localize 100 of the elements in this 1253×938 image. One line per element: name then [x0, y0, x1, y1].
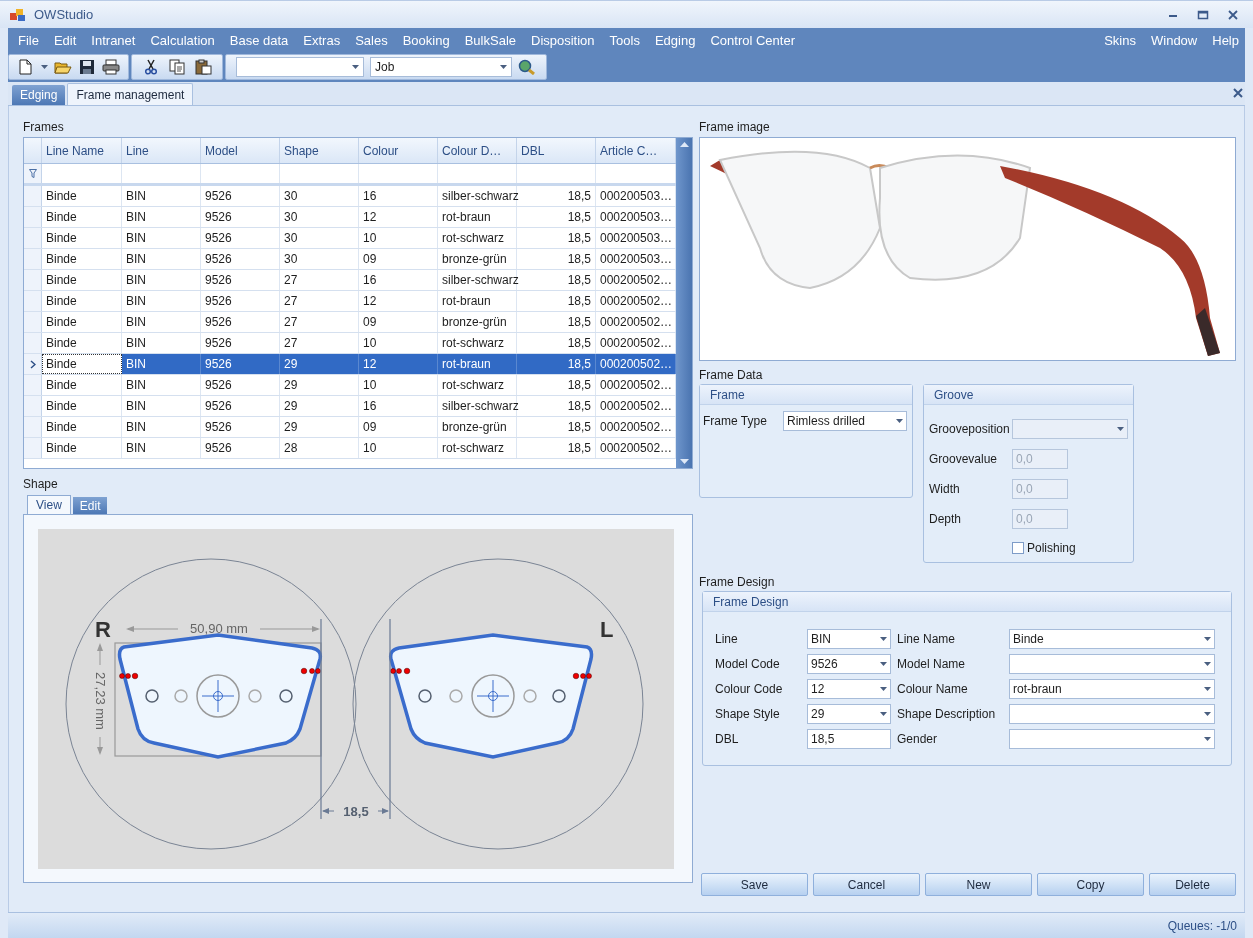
- close-icon[interactable]: [1227, 8, 1239, 21]
- dropdown[interactable]: BIN: [807, 629, 891, 649]
- copy-icon[interactable]: [168, 59, 186, 75]
- menu-item[interactable]: Sales: [355, 31, 388, 51]
- table-cell: Binde: [42, 186, 122, 206]
- table-cell: Binde: [42, 249, 122, 269]
- dropdown[interactable]: [1009, 729, 1215, 749]
- save-icon[interactable]: [78, 59, 96, 75]
- printer-icon[interactable]: [102, 59, 120, 75]
- column-header[interactable]: Line: [122, 138, 201, 163]
- section-label: Frames: [23, 120, 65, 136]
- table-cell: 9526: [201, 354, 280, 374]
- menu-item[interactable]: Tools: [609, 31, 640, 51]
- table-cell: rot-braun: [438, 291, 517, 311]
- table-row[interactable]: Binde BIN 9526 29 12 rot-braun 18,5 000200502…: [24, 354, 676, 375]
- tab[interactable]: Frame management: [67, 83, 194, 105]
- folder-icon[interactable]: [54, 59, 72, 75]
- dropdown-arrow-icon: [500, 65, 507, 69]
- scissors-icon[interactable]: [142, 59, 160, 75]
- column-header[interactable]: Model: [201, 138, 280, 163]
- column-header[interactable]: Colour: [359, 138, 438, 163]
- table-row[interactable]: Binde BIN 9526 27 10 rot-schwarz 18,5 000200502…: [24, 333, 676, 354]
- table-cell: 16: [359, 270, 438, 290]
- column-header[interactable]: Line Name: [42, 138, 122, 163]
- table-cell: BIN: [122, 396, 201, 416]
- dropdown-arrow-icon: [41, 65, 48, 69]
- dropdown[interactable]: 9526: [807, 654, 891, 674]
- table-cell: 29: [280, 354, 359, 374]
- table-cell: Binde: [42, 354, 122, 374]
- table-cell: 12: [359, 207, 438, 227]
- table-cell: Binde: [42, 270, 122, 290]
- menu-item[interactable]: Booking: [402, 31, 450, 51]
- dropdown[interactable]: 12: [807, 679, 891, 699]
- new-document-icon[interactable]: [17, 59, 35, 75]
- field-label: Frame Type: [703, 413, 768, 430]
- dropdown[interactable]: 29: [807, 704, 891, 724]
- button[interactable]: Copy: [1037, 873, 1144, 896]
- table-row[interactable]: Binde BIN 9526 30 12 rot-braun 18,5 000200503…: [24, 207, 676, 228]
- table-cell: bronze-grün: [438, 417, 517, 437]
- table-cell: 18,5: [517, 228, 596, 248]
- table-cell: Binde: [42, 207, 122, 227]
- menu-item[interactable]: Calculation: [150, 31, 215, 51]
- dropdown-arrow-icon: [1204, 687, 1211, 691]
- table-row[interactable]: Binde BIN 9526 29 16 silber-schwarz 18,5 000200502…: [24, 396, 676, 417]
- menu-item[interactable]: Intranet: [91, 31, 136, 51]
- button[interactable]: Save: [701, 873, 808, 896]
- menu-item[interactable]: Base data: [229, 31, 289, 51]
- dropdown[interactable]: Rimless drilled: [783, 411, 907, 431]
- table-row[interactable]: Binde BIN 9526 30 10 rot-schwarz 18,5 000200503…: [24, 228, 676, 249]
- table-row[interactable]: Binde BIN 9526 27 09 bronze-grün 18,5 000200502…: [24, 312, 676, 333]
- maximize-icon[interactable]: [1197, 8, 1209, 21]
- section-label: Frame Data: [699, 368, 764, 383]
- table-row[interactable]: Binde BIN 9526 29 10 rot-schwarz 18,5 000200502…: [24, 375, 676, 396]
- tab[interactable]: View: [27, 495, 71, 514]
- field-label: DBL: [715, 731, 740, 748]
- column-header[interactable]: DBL: [517, 138, 596, 163]
- combo-box[interactable]: Job: [370, 57, 512, 77]
- menu-item[interactable]: Edit: [53, 31, 77, 51]
- menu-item[interactable]: Extras: [303, 31, 341, 51]
- menu-item[interactable]: File: [18, 31, 39, 51]
- table-cell: 18,5: [517, 375, 596, 395]
- button[interactable]: New: [925, 873, 1032, 896]
- table-cell: 18,5: [517, 186, 596, 206]
- table-cell: BIN: [122, 354, 201, 374]
- input-field[interactable]: 18,5: [807, 729, 891, 749]
- table-cell: BIN: [122, 228, 201, 248]
- table-cell: 27: [280, 291, 359, 311]
- field-label: Model Code: [715, 656, 781, 673]
- checkbox[interactable]: Polishing: [1012, 539, 1128, 557]
- column-header[interactable]: Shape: [280, 138, 359, 163]
- menu-item[interactable]: Skins: [1104, 31, 1136, 51]
- search-icon[interactable]: [518, 59, 536, 75]
- table-row[interactable]: Binde BIN 9526 30 09 bronze-grün 18,5 000200503…: [24, 249, 676, 270]
- close-icon[interactable]: [1233, 88, 1243, 98]
- menu-item[interactable]: Window: [1151, 31, 1198, 51]
- table-row[interactable]: Binde BIN 9526 29 09 bronze-grün 18,5 000200502…: [24, 417, 676, 438]
- table-row[interactable]: Binde BIN 9526 27 16 silber-schwarz 18,5 000200502…: [24, 270, 676, 291]
- table-cell: Binde: [42, 375, 122, 395]
- group-title: Frame Design: [713, 593, 789, 611]
- scrollbar[interactable]: [676, 138, 692, 468]
- field-label: Gender: [896, 731, 939, 748]
- combo-box[interactable]: [236, 57, 364, 77]
- menu-item[interactable]: BulkSale: [464, 31, 516, 51]
- table-row[interactable]: Binde BIN 9526 28 10 rot-schwarz 18,5 000200502…: [24, 438, 676, 459]
- field-label: Groovevalue: [929, 451, 999, 468]
- column-header[interactable]: Colour D…: [438, 138, 517, 163]
- menu-item[interactable]: Disposition: [531, 31, 595, 51]
- dropdown[interactable]: rot-braun: [1009, 679, 1215, 699]
- table-cell: BIN: [122, 249, 201, 269]
- menu-item[interactable]: Edging: [654, 31, 696, 51]
- table-row[interactable]: Binde BIN 9526 30 16 silber-schwarz 18,5 000200503…: [24, 186, 676, 207]
- button[interactable]: Cancel: [813, 873, 920, 896]
- menu-item[interactable]: Help: [1212, 31, 1239, 51]
- table-row[interactable]: Binde BIN 9526 27 12 rot-braun 18,5 000200502…: [24, 291, 676, 312]
- clipboard-icon[interactable]: [194, 59, 212, 75]
- dropdown[interactable]: [1009, 654, 1215, 674]
- button[interactable]: Delete: [1149, 873, 1236, 896]
- dropdown[interactable]: Binde: [1009, 629, 1215, 649]
- menu-item[interactable]: Control Center: [710, 31, 795, 51]
- dropdown[interactable]: [1009, 704, 1215, 724]
